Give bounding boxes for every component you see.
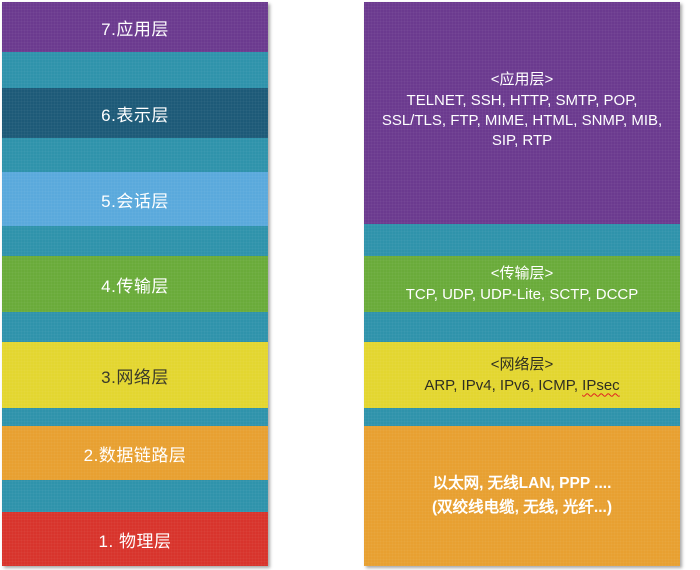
osi-layer-6-label: 6.表示层 bbox=[101, 105, 169, 125]
osi-gap bbox=[2, 480, 268, 512]
osi-layer-7: 7.应用层 bbox=[2, 2, 268, 52]
osi-layer-2-label: 2.数据链路层 bbox=[83, 445, 187, 465]
tcpip-gap bbox=[364, 224, 680, 256]
osi-layer-1: 1. 物理层 bbox=[2, 512, 268, 566]
tcpip-gap bbox=[364, 408, 680, 426]
osi-gap bbox=[2, 226, 268, 256]
osi-layer-5: 5.会话层 bbox=[2, 172, 268, 226]
tcpip-model-column: <应用层> TELNET, SSH, HTTP, SMTP, POP, SSL/… bbox=[364, 2, 680, 566]
network-layer-header: <网络层> bbox=[490, 355, 554, 373]
osi-layer-4-label: 4.传输层 bbox=[101, 276, 169, 296]
osi-layer-7-label: 7.应用层 bbox=[101, 19, 169, 39]
osi-model-column: 7.应用层 6.表示层 5.会话层 4.传输层 3.网络层 2.数据链路层 1.… bbox=[2, 2, 268, 566]
physical-media: (双绞线电缆, 无线, 光纤...) bbox=[432, 499, 612, 516]
osi-gap bbox=[2, 52, 268, 88]
application-layer-header: <应用层> bbox=[490, 70, 554, 88]
osi-layer-1-label: 1. 物理层 bbox=[98, 531, 172, 551]
network-protocols-list: ARP, IPv4, IPv6, ICMP, bbox=[424, 376, 583, 394]
transport-protocols: TCP, UDP, UDP-Lite, SCTP, DCCP bbox=[405, 285, 639, 303]
transport-layer-header: <传输层> bbox=[490, 264, 554, 282]
tcpip-application-layer: <应用层> TELNET, SSH, HTTP, SMTP, POP, SSL/… bbox=[364, 2, 680, 224]
tcpip-network-layer: <网络层> ARP, IPv4, IPv6, ICMP, IPsec bbox=[364, 342, 680, 408]
link-layer-technologies: 以太网, 无线LAN, PPP .... bbox=[432, 475, 612, 492]
osi-gap bbox=[2, 138, 268, 172]
osi-gap bbox=[2, 408, 268, 426]
tcpip-transport-layer: <传输层> TCP, UDP, UDP-Lite, SCTP, DCCP bbox=[364, 256, 680, 312]
osi-layer-6: 6.表示层 bbox=[2, 88, 268, 138]
osi-layer-3-label: 3.网络层 bbox=[101, 367, 169, 387]
ipsec-protocol: IPsec bbox=[582, 376, 620, 394]
network-protocols: ARP, IPv4, IPv6, ICMP, IPsec bbox=[414, 376, 629, 396]
osi-gap bbox=[2, 312, 268, 342]
osi-layer-4: 4.传输层 bbox=[2, 256, 268, 312]
osi-layer-2: 2.数据链路层 bbox=[2, 426, 268, 480]
tcpip-gap bbox=[364, 312, 680, 342]
tcpip-link-layer: 以太网, 无线LAN, PPP .... (双绞线电缆, 无线, 光纤...) bbox=[364, 426, 680, 566]
application-protocols: TELNET, SSH, HTTP, SMTP, POP, SSL/TLS, F… bbox=[381, 91, 663, 149]
osi-layer-5-label: 5.会话层 bbox=[101, 191, 169, 211]
osi-layer-3: 3.网络层 bbox=[2, 342, 268, 408]
